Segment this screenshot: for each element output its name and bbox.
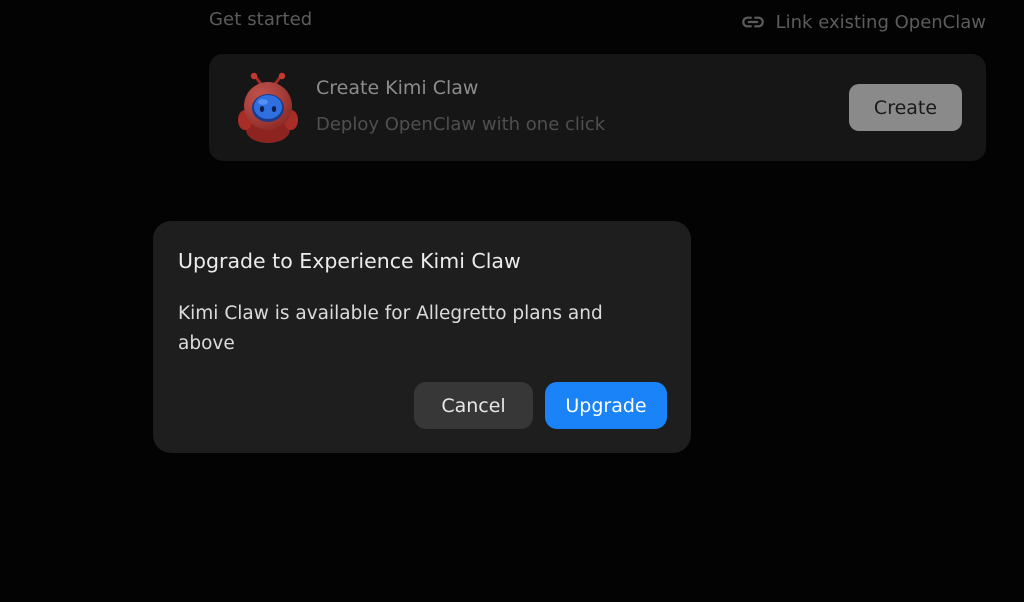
create-kimi-claw-card: Create Kimi Claw Deploy OpenClaw with on… [209,54,986,161]
upgrade-dialog: Upgrade to Experience Kimi Claw Kimi Cla… [153,221,691,453]
kimi-claw-mascot-icon [238,72,298,143]
link-existing-label: Link existing OpenClaw [775,11,986,33]
page: Get started Link existing OpenClaw Creat… [0,0,1024,602]
dialog-message: Kimi Claw is available for Allegretto pl… [178,303,603,354]
cancel-button[interactable]: Cancel [414,382,533,429]
create-button[interactable]: Create [849,84,962,131]
section-title: Get started [209,9,313,30]
link-existing-openclaw-button[interactable]: Link existing OpenClaw [740,9,986,35]
card-subtitle: Deploy OpenClaw with one click [316,114,606,135]
dialog-title: Upgrade to Experience Kimi Claw [178,249,521,273]
link-icon [741,16,764,28]
upgrade-button[interactable]: Upgrade [545,382,667,429]
card-title: Create Kimi Claw [316,77,479,99]
